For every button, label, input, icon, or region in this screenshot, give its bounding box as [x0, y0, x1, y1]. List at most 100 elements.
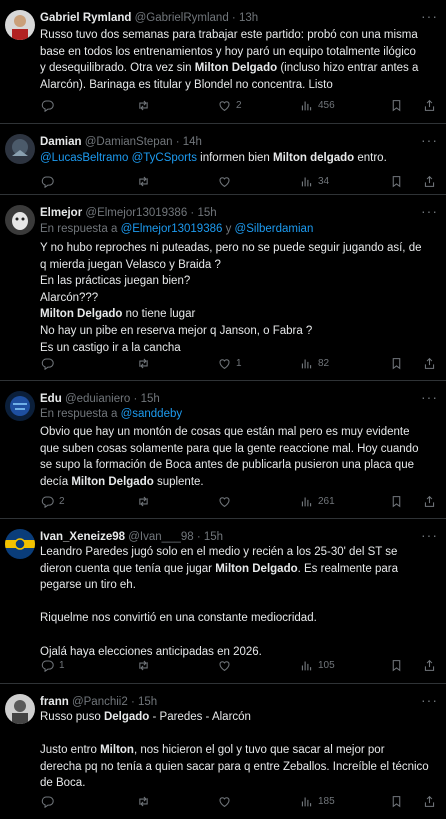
tweet[interactable]: frann @Panchii2 · 15h ··· Russo puso Del… — [0, 684, 446, 819]
reply-button[interactable] — [41, 354, 59, 372]
bookmark-button[interactable] — [390, 96, 403, 114]
handle[interactable]: @GabrielRymland — [135, 12, 229, 24]
retweet-icon — [139, 796, 148, 806]
reply-icon — [41, 100, 54, 112]
tweet[interactable]: Edu @eduianiero · 15h ··· En respuesta a… — [0, 381, 446, 519]
more-options-icon[interactable]: ··· — [421, 203, 438, 219]
share-button[interactable] — [423, 792, 436, 810]
mention-link[interactable]: @Silberdamian — [235, 223, 314, 235]
handle[interactable]: @Ivan___98 — [128, 531, 193, 543]
tweet-text: Russo tuvo dos semanas para trabajar est… — [40, 29, 419, 91]
views-button[interactable]: 261 — [300, 492, 335, 510]
views-button[interactable]: 82 — [300, 354, 329, 372]
mention-link[interactable]: @TyCSports — [132, 152, 197, 164]
more-options-icon[interactable]: ··· — [421, 8, 438, 24]
display-name[interactable]: Gabriel Rymland — [40, 12, 131, 24]
handle[interactable]: @Panchii2 — [72, 696, 128, 708]
avatar[interactable] — [5, 529, 35, 559]
bookmark-icon — [392, 495, 401, 507]
avatar[interactable] — [5, 205, 35, 235]
reply-button[interactable] — [41, 792, 59, 810]
tweet-actions: 2 261 — [40, 492, 438, 510]
display-name[interactable]: Edu — [40, 393, 62, 405]
handle[interactable]: @DamianStepan — [85, 136, 173, 148]
avatar[interactable] — [5, 694, 35, 724]
retweet-button[interactable] — [137, 792, 155, 810]
share-icon — [424, 495, 435, 507]
like-button[interactable]: 1 — [218, 354, 242, 372]
timestamp[interactable]: 15h — [141, 393, 160, 405]
share-button[interactable] — [423, 172, 436, 190]
tweet[interactable]: Elmejor @Elmejor13019386 · 15h ··· En re… — [0, 195, 446, 381]
timestamp[interactable]: 13h — [239, 12, 258, 24]
share-button[interactable] — [423, 354, 436, 372]
views-button[interactable]: 105 — [300, 656, 335, 674]
like-button[interactable] — [218, 172, 236, 190]
mention-link[interactable]: @LucasBeltramo — [40, 152, 128, 164]
tweet[interactable]: Damian @DamianStepan · 14h ··· @LucasBel… — [0, 124, 446, 195]
bookmark-button[interactable] — [390, 354, 403, 372]
tweet-feed: Gabriel Rymland @GabrielRymland · 13h ··… — [0, 0, 446, 819]
display-name[interactable]: frann — [40, 696, 69, 708]
bookmark-button[interactable] — [390, 656, 403, 674]
views-button[interactable]: 456 — [300, 96, 335, 114]
tweet-text: @LucasBeltramo @TyCSports informen bien … — [40, 152, 387, 164]
retweet-button[interactable] — [137, 172, 155, 190]
retweet-button[interactable] — [137, 354, 155, 372]
reply-button[interactable]: 2 — [41, 492, 65, 510]
retweet-icon — [139, 100, 148, 110]
timestamp[interactable]: 15h — [197, 207, 216, 219]
bookmark-button[interactable] — [390, 172, 403, 190]
like-button[interactable] — [218, 656, 236, 674]
tweet-actions: 185 — [40, 792, 438, 810]
views-icon — [301, 100, 312, 110]
timestamp[interactable]: 15h — [204, 531, 223, 543]
reply-button[interactable]: 1 — [41, 656, 65, 674]
display-name[interactable]: Ivan_Xeneize98 — [40, 531, 125, 543]
avatar[interactable] — [5, 10, 35, 40]
display-name[interactable]: Damian — [40, 136, 82, 148]
tweet-actions: 1 105 — [40, 656, 438, 674]
share-button[interactable] — [423, 656, 436, 674]
tweet-actions: 1 82 — [40, 354, 438, 372]
bookmark-icon — [392, 795, 401, 807]
display-name[interactable]: Elmejor — [40, 207, 82, 219]
more-options-icon[interactable]: ··· — [421, 692, 438, 708]
retweet-button[interactable] — [137, 492, 155, 510]
more-options-icon[interactable]: ··· — [421, 527, 438, 543]
mention-link[interactable]: @sanddeby — [121, 408, 183, 420]
bookmark-button[interactable] — [390, 792, 403, 810]
tweet-text: Leandro Paredes jugó solo en el medio y … — [40, 546, 398, 658]
tweet-header: Gabriel Rymland @GabrielRymland · 13h — [40, 12, 259, 24]
share-icon — [424, 357, 435, 369]
share-icon — [424, 175, 435, 187]
retweet-button[interactable] — [137, 656, 155, 674]
views-icon — [301, 496, 312, 506]
reply-button[interactable] — [41, 96, 59, 114]
share-button[interactable] — [423, 96, 436, 114]
retweet-icon — [139, 176, 148, 186]
handle[interactable]: @Elmejor13019386 — [85, 207, 187, 219]
avatar[interactable] — [5, 391, 35, 421]
share-button[interactable] — [423, 492, 436, 510]
bookmark-icon — [392, 99, 401, 111]
more-options-icon[interactable]: ··· — [421, 132, 438, 148]
bookmark-button[interactable] — [390, 492, 403, 510]
tweet[interactable]: Gabriel Rymland @GabrielRymland · 13h ··… — [0, 0, 446, 124]
views-button[interactable]: 185 — [300, 792, 335, 810]
mention-link[interactable]: @Elmejor13019386 — [121, 223, 223, 235]
more-options-icon[interactable]: ··· — [421, 389, 438, 405]
like-button[interactable] — [218, 792, 236, 810]
views-button[interactable]: 34 — [300, 172, 329, 190]
like-button[interactable] — [218, 492, 236, 510]
handle[interactable]: @eduianiero — [65, 393, 130, 405]
views-icon — [301, 660, 312, 670]
retweet-button[interactable] — [137, 96, 155, 114]
timestamp[interactable]: 14h — [183, 136, 202, 148]
timestamp[interactable]: 15h — [138, 696, 157, 708]
avatar[interactable] — [5, 134, 35, 164]
reply-button[interactable] — [41, 172, 59, 190]
tweet[interactable]: Ivan_Xeneize98 @Ivan___98 · 15h ··· Lean… — [0, 519, 446, 684]
like-button[interactable]: 2 — [218, 96, 242, 114]
views-icon — [301, 358, 312, 368]
